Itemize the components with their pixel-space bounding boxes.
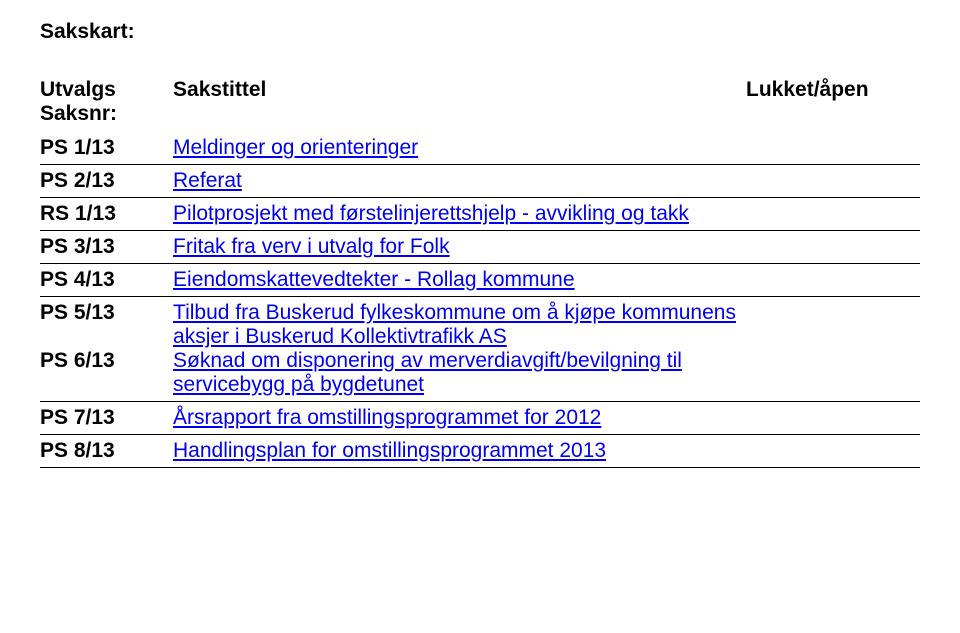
agenda-table: Utvalgs Saksnr: Sakstittel Lukket/åpen P… [40, 74, 920, 468]
row-title: Referat [173, 165, 746, 198]
row-title: Årsrapport fra omstillingsprogrammet for… [173, 402, 746, 435]
column-header-title: Sakstittel [173, 74, 746, 132]
row-status [746, 198, 920, 231]
row-title: Søknad om disponering av merverdiavgift/… [173, 349, 746, 401]
table-row: PS 6/13 Søknad om disponering av merverd… [40, 349, 920, 401]
table-row: PS 4/13 Eiendomskattevedtekter - Rollag … [40, 264, 920, 297]
table-row: PS 1/13 Meldinger og orienteringer [40, 132, 920, 164]
table-header-row: Utvalgs Saksnr: Sakstittel Lukket/åpen [40, 74, 920, 132]
row-id: PS 3/13 [40, 231, 173, 264]
row-title: Handlingsplan for omstillingsprogrammet … [173, 435, 746, 468]
row-status [746, 165, 920, 198]
table-row: PS 8/13 Handlingsplan for omstillingspro… [40, 435, 920, 468]
row-title: Fritak fra verv i utvalg for Folk [173, 231, 746, 264]
row-link[interactable]: Pilotprosjekt med førstelinjerettshjelp … [173, 202, 689, 225]
row-id: PS 1/13 [40, 132, 173, 164]
table-row: PS 7/13 Årsrapport fra omstillingsprogra… [40, 402, 920, 435]
row-id: PS 5/13 [40, 297, 173, 350]
row-id: RS 1/13 [40, 198, 173, 231]
row-link[interactable]: Fritak fra verv i utvalg for Folk [173, 235, 450, 258]
table-row: PS 2/13 Referat [40, 165, 920, 198]
table-row: PS 3/13 Fritak fra verv i utvalg for Fol… [40, 231, 920, 264]
row-id: PS 2/13 [40, 165, 173, 198]
row-id: PS 7/13 [40, 402, 173, 435]
row-status [746, 264, 920, 297]
table-row: PS 5/13 Tilbud fra Buskerud fylkeskommun… [40, 297, 920, 350]
row-title: Pilotprosjekt med førstelinjerettshjelp … [173, 198, 746, 231]
row-id: PS 8/13 [40, 435, 173, 468]
row-divider [40, 467, 920, 468]
row-link[interactable]: Årsrapport fra omstillingsprogrammet for… [173, 406, 601, 429]
table-row: RS 1/13 Pilotprosjekt med førstelinjeret… [40, 198, 920, 231]
row-link[interactable]: Referat [173, 169, 242, 192]
row-status [746, 349, 920, 401]
column-header-id-line2: Saksnr: [40, 102, 117, 125]
column-header-id: Utvalgs Saksnr: [40, 74, 173, 132]
row-title: Tilbud fra Buskerud fylkeskommune om å k… [173, 297, 746, 350]
row-title: Eiendomskattevedtekter - Rollag kommune [173, 264, 746, 297]
column-header-status: Lukket/åpen [746, 74, 920, 132]
heading-sakskart: Sakskart: [40, 20, 920, 44]
row-title: Meldinger og orienteringer [173, 132, 746, 164]
column-header-id-line1: Utvalgs [40, 78, 116, 101]
row-status [746, 402, 920, 435]
row-link[interactable]: Søknad om disponering av merverdiavgift/… [173, 349, 682, 396]
row-status [746, 435, 920, 468]
row-status [746, 231, 920, 264]
row-link[interactable]: Eiendomskattevedtekter - Rollag kommune [173, 268, 575, 291]
row-id: PS 6/13 [40, 349, 173, 401]
row-id: PS 4/13 [40, 264, 173, 297]
row-link[interactable]: Meldinger og orienteringer [173, 136, 418, 159]
row-status [746, 297, 920, 350]
row-link[interactable]: Handlingsplan for omstillingsprogrammet … [173, 439, 606, 462]
row-link[interactable]: Tilbud fra Buskerud fylkeskommune om å k… [173, 301, 736, 348]
row-status [746, 132, 920, 164]
